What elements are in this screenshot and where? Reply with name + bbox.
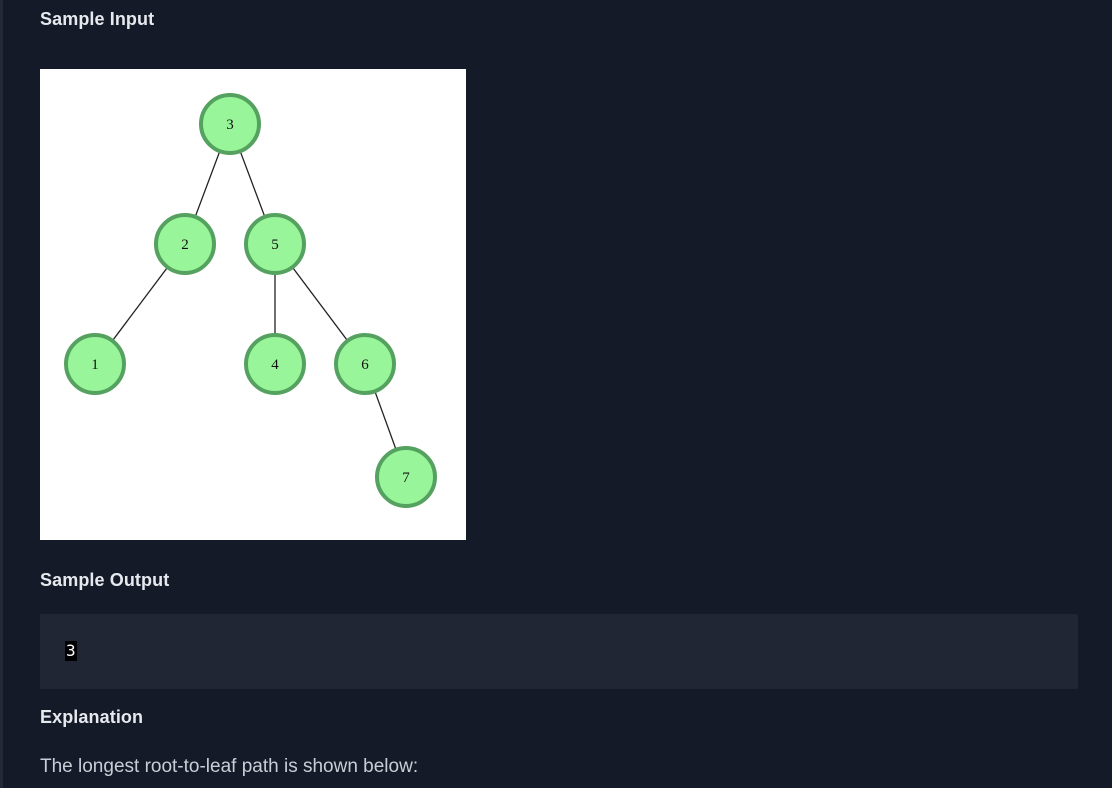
content-left-border [0,0,3,788]
tree-edges [94,123,407,478]
explanation-text: The longest root-to-leaf path is shown b… [40,756,419,777]
tree-node-6: 6 [334,333,396,395]
tree-node-3: 3 [199,93,261,155]
tree-node-2: 2 [154,213,216,275]
tree-node-5: 5 [244,213,306,275]
tree-node-4: 4 [244,333,306,395]
sample-input-tree-figure: 3 2 5 1 4 6 7 [40,69,466,540]
tree-node-label: 7 [402,470,410,486]
sample-input-heading: Sample Input [40,9,155,29]
tree-node-7: 7 [375,446,437,508]
tree-node-label: 4 [271,357,279,373]
tree-node-1: 1 [64,333,126,395]
sample-output-heading: Sample Output [40,570,170,590]
sample-output-value: 3 [65,641,77,661]
tree-node-label: 2 [181,237,189,253]
tree-node-label: 6 [361,357,369,373]
tree-node-label: 3 [226,117,234,133]
tree-node-label: 1 [91,357,99,373]
binary-tree-diagram: 3 2 5 1 4 6 7 [64,93,437,508]
sample-output-code-block: 3 [40,614,1078,689]
tree-node-label: 5 [271,237,279,253]
tree-nodes: 3 2 5 1 4 6 7 [64,93,437,508]
explanation-heading: Explanation [40,707,144,727]
